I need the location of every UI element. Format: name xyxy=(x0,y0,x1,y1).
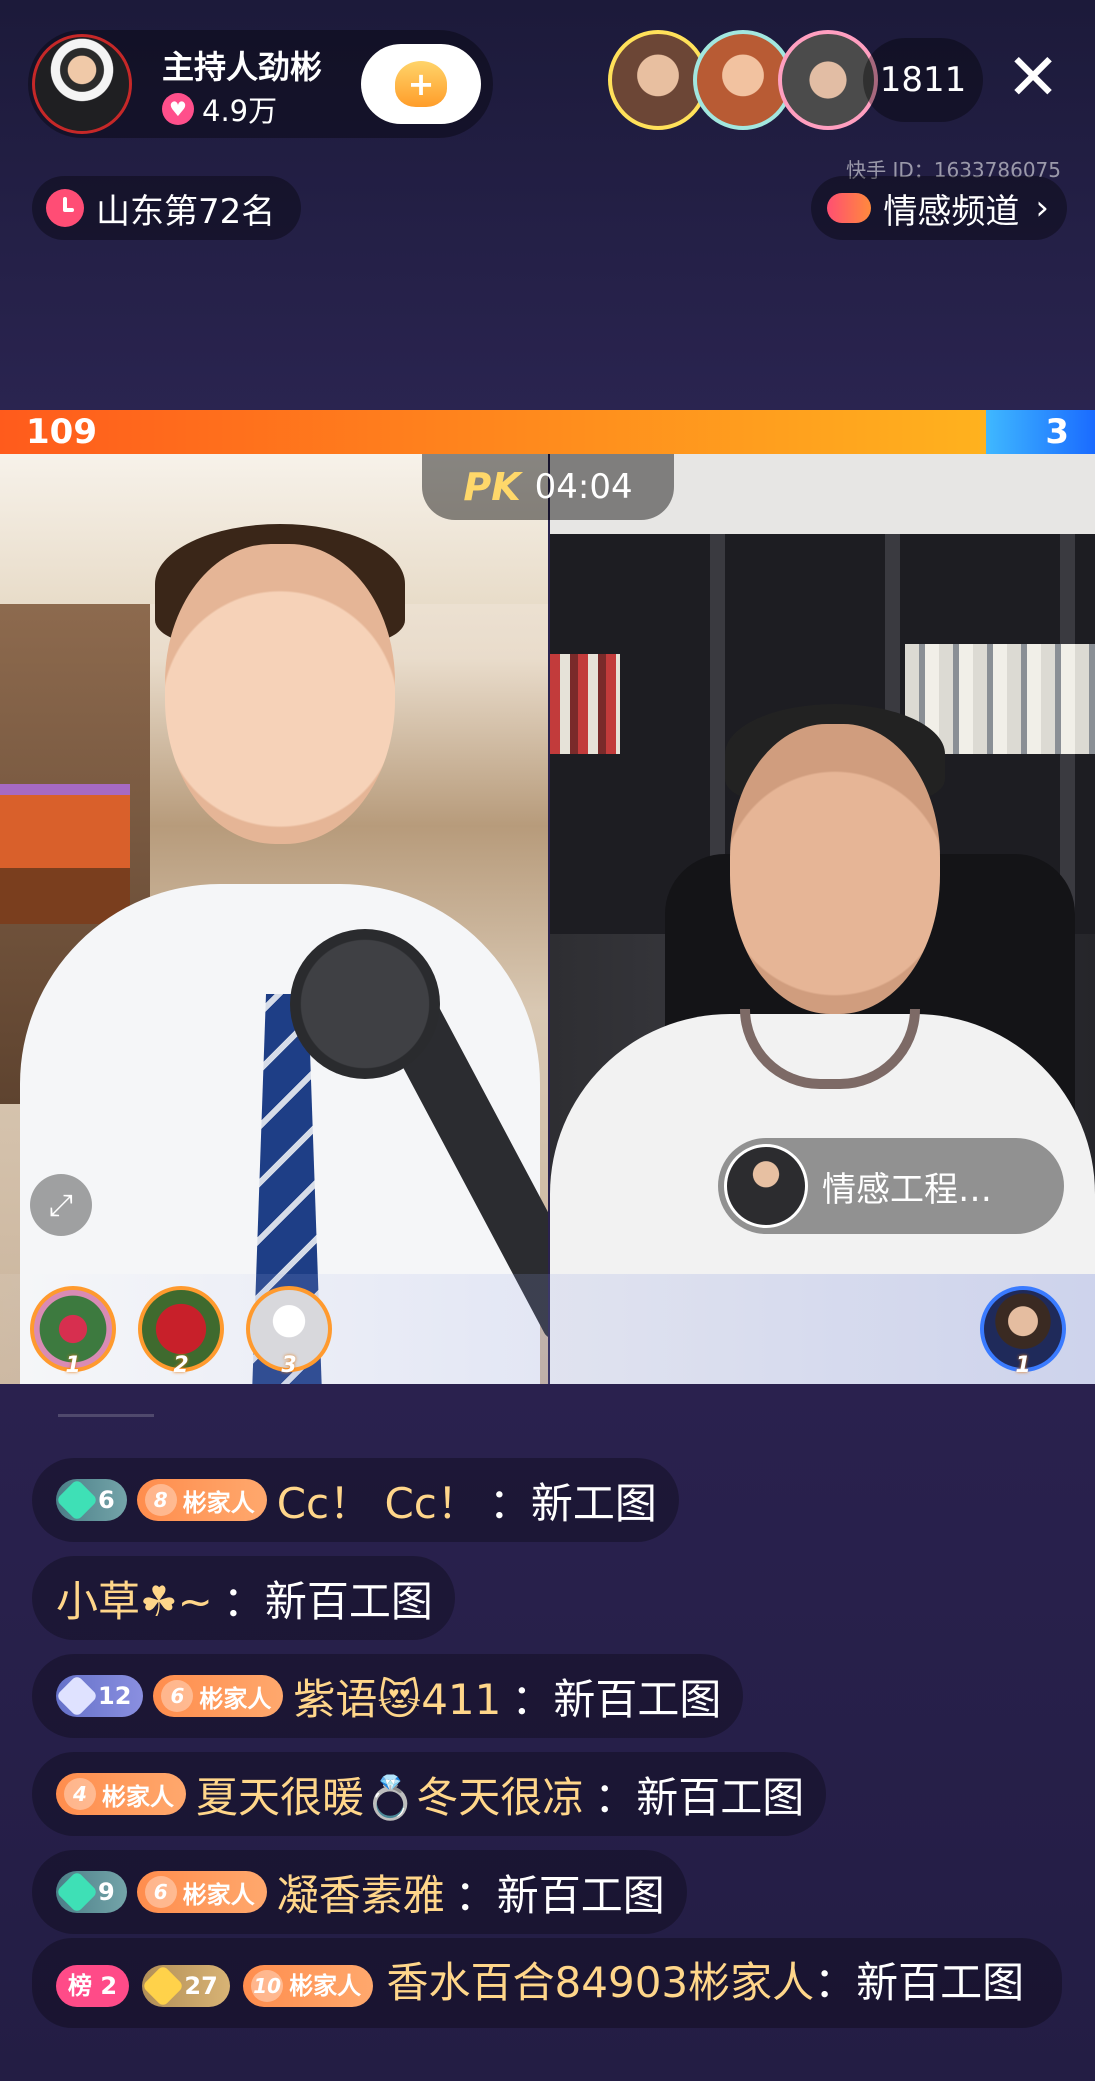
chevron-right-icon: › xyxy=(1035,188,1049,228)
contributor-rank: 1 xyxy=(65,1353,81,1378)
pk-logo: PK xyxy=(463,465,521,509)
chat-message[interactable]: 4 彬家人 夏天很暖💍冬天很凉 ：新百工图 xyxy=(32,1752,827,1836)
chat-username[interactable]: 凝香素雅 xyxy=(277,1862,445,1923)
rank-badge: 榜 2 xyxy=(56,1964,130,2007)
host-likes: ♥ 4.9万 xyxy=(162,88,277,130)
heart-icon: ♥ xyxy=(162,93,194,125)
pk-score-right: 3 xyxy=(1045,412,1069,452)
contributor-avatar[interactable]: 3 xyxy=(246,1286,332,1378)
chat-message[interactable]: 12 6 彬家人 紫语😻411 ：新百工图 xyxy=(32,1654,744,1738)
chat-divider xyxy=(58,1414,154,1417)
gem-icon xyxy=(142,1964,185,2007)
fan-club-level: 4 xyxy=(64,1778,96,1810)
live-room: 主持人劲彬 ♥ 4.9万 + 1811 ✕ 快手 ID：1633786075 山… xyxy=(0,0,1095,2081)
gem-icon xyxy=(55,1478,99,1522)
clock-icon xyxy=(46,189,84,227)
gem-icon xyxy=(55,1674,99,1718)
contributor-avatar[interactable]: 1 xyxy=(980,1286,1066,1378)
chat-text: ：新工图 xyxy=(488,1478,657,1528)
fan-club-level: 6 xyxy=(144,1876,177,1908)
pk-time-remaining: 04:04 xyxy=(534,467,633,507)
fan-club-badge: 6 彬家人 xyxy=(136,1871,267,1913)
gem-icon xyxy=(55,1870,99,1914)
fan-club-level: 10 xyxy=(251,1969,284,2002)
contributor-rank: 3 xyxy=(281,1353,297,1378)
expand-icon[interactable]: ⤢ xyxy=(30,1174,92,1236)
host-likes-count: 4.9万 xyxy=(202,94,278,128)
follow-plus-icon: + xyxy=(395,61,447,107)
fan-club-name: 彬家人 xyxy=(102,1782,174,1811)
fan-club-name: 彬家人 xyxy=(289,1971,362,2000)
fan-club-badge: 4 彬家人 xyxy=(56,1773,186,1815)
channel-pill[interactable]: 情感频道 › xyxy=(811,176,1067,240)
video-scene-aquarium xyxy=(0,784,130,924)
opponent-face xyxy=(730,724,940,1014)
follow-button[interactable]: + xyxy=(361,44,481,124)
opponent-name-tag[interactable]: 情感工程… xyxy=(718,1138,1064,1234)
fan-club-name: 彬家人 xyxy=(182,1880,255,1909)
chat-username[interactable]: Cc！ Cc！ xyxy=(277,1470,479,1531)
host-name: 主持人劲彬 xyxy=(162,48,323,86)
opponent-name: 情感工程… xyxy=(822,1169,992,1210)
fan-club-level: 8 xyxy=(144,1484,177,1516)
video-scene-books xyxy=(550,654,620,754)
chat-text: ：新百工图 xyxy=(594,1772,805,1822)
fan-club-badge: 6 彬家人 xyxy=(153,1675,284,1717)
user-level-badge: 6 xyxy=(55,1478,127,1522)
chat-message[interactable]: 小草☘~ ：新百工图 xyxy=(32,1556,455,1640)
contributor-avatar[interactable]: 2 xyxy=(138,1286,224,1378)
user-level-badge: 27 xyxy=(142,1964,230,2007)
chat-text: ：新百工图 xyxy=(222,1576,433,1626)
viewer-count-button[interactable]: 1811 xyxy=(863,38,983,122)
user-level-value: 12 xyxy=(98,1682,132,1710)
user-level-badge: 12 xyxy=(55,1674,144,1718)
opponent-video[interactable] xyxy=(550,454,1095,1384)
chat-username[interactable]: 香水百合84903彬家人 xyxy=(387,1958,815,2007)
fan-club-name: 彬家人 xyxy=(182,1488,255,1517)
contributor-rank: 2 xyxy=(173,1353,189,1378)
fan-club-name: 彬家人 xyxy=(199,1684,272,1713)
fan-club-badge: 10 彬家人 xyxy=(243,1964,374,2007)
user-level-badge: 9 xyxy=(55,1870,127,1914)
pk-score-bar: 109 3 xyxy=(0,410,1095,454)
fan-club-level: 6 xyxy=(161,1680,194,1712)
user-level-value: 27 xyxy=(184,1971,218,2000)
user-level-value: 9 xyxy=(98,1878,115,1906)
chat-username[interactable]: 紫语😻411 xyxy=(293,1666,501,1727)
channel-label: 情感频道 xyxy=(883,191,1020,232)
chat-message[interactable]: 9 6 彬家人 凝香素雅 ：新百工图 xyxy=(32,1850,687,1934)
chat-text: ：新百工图 xyxy=(511,1674,722,1724)
regional-rank-pill[interactable]: 山东第72名 xyxy=(32,176,302,240)
chat-username[interactable]: 小草☘~ xyxy=(56,1568,213,1629)
chat-text: ：新百工图 xyxy=(814,1958,1025,2007)
host-face xyxy=(165,544,395,844)
contributor-rank: 1 xyxy=(1015,1353,1031,1378)
channel-icon xyxy=(827,193,872,223)
host-avatar[interactable] xyxy=(32,34,132,134)
host-video[interactable]: ⤢ xyxy=(0,454,548,1384)
chat-message[interactable]: 榜 2 27 10 彬家人 香水百合84903彬家人：新百工图 xyxy=(32,1938,1062,2028)
host-info-pill[interactable]: 主持人劲彬 ♥ 4.9万 + xyxy=(28,30,493,138)
pk-timer: PK 04:04 xyxy=(422,454,674,520)
regional-rank-label: 山东第72名 xyxy=(96,191,276,232)
pk-right-fill: 3 xyxy=(985,410,1095,454)
pk-left-fill: 109 xyxy=(0,410,986,454)
opponent-avatar xyxy=(724,1144,808,1228)
pk-score-left: 109 xyxy=(26,412,97,452)
close-button[interactable]: ✕ xyxy=(1000,46,1066,114)
user-level-value: 6 xyxy=(98,1486,115,1514)
chat-message[interactable]: 6 8 彬家人 Cc！ Cc！ ：新工图 xyxy=(32,1458,679,1542)
contributor-avatar[interactable]: 1 xyxy=(30,1286,116,1378)
pk-contributors-strip: 1 2 3 1 xyxy=(0,1274,1095,1384)
chat-username[interactable]: 夏天很暖💍冬天很凉 xyxy=(196,1764,584,1825)
microphone xyxy=(290,929,440,1079)
fan-club-badge: 8 彬家人 xyxy=(136,1479,267,1521)
chat-text: ：新百工图 xyxy=(454,1870,665,1920)
